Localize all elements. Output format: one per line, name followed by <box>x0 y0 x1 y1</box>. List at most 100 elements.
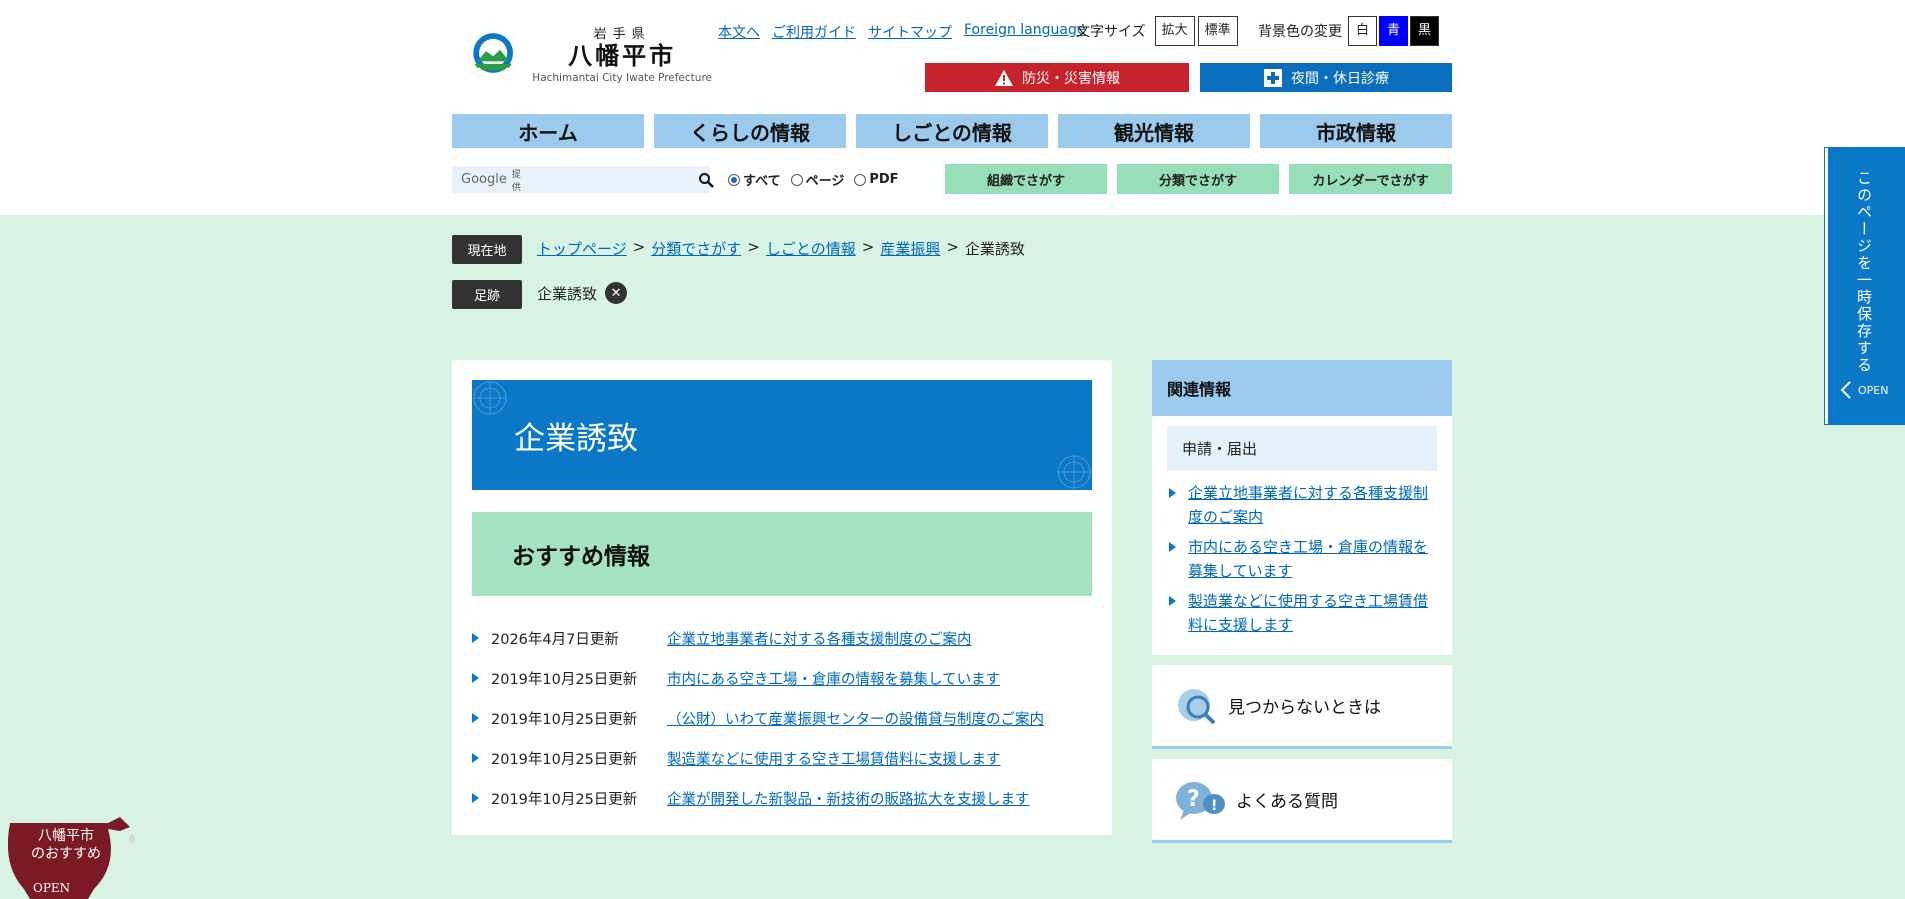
related-links: 企業立地事業者に対する各種支援制度のご案内 市内にある空き工場・倉庫の情報を募集… <box>1152 471 1452 655</box>
badge-line1: 八幡平市 <box>38 828 94 844</box>
faq-label: よくある質問 <box>1236 792 1338 812</box>
nav-city-admin[interactable]: 市政情報 <box>1260 114 1452 148</box>
find-by-category-button[interactable]: 分類でさがす <box>1117 164 1279 194</box>
recommend-heading: おすすめ情報 <box>472 512 1092 596</box>
foreign-language-link[interactable]: Foreign language <box>964 22 1085 42</box>
not-found-label: 見つからないときは <box>1228 698 1381 718</box>
bullet-arrow-icon <box>472 673 479 683</box>
not-found-card[interactable]: 見つからないときは <box>1152 665 1452 749</box>
recommend-badge-text: 八幡平市 のおすすめ <box>16 827 116 863</box>
usage-guide-link[interactable]: ご利用ガイド <box>772 22 856 42</box>
main-content: 企業誘致 おすすめ情報 2026年4月7日更新 企業立地事業者に対する各種支援制… <box>452 360 1112 835</box>
site-logo[interactable]: 岩手県 八幡平市 Hachimantai City Iwate Prefectu… <box>472 18 712 88</box>
save-page-label: このページを一時保存する <box>1855 170 1873 374</box>
font-larger-button[interactable]: 拡大 <box>1154 16 1195 46</box>
faq-card[interactable]: ? ! よくある質問 <box>1152 759 1452 843</box>
scope-pdf-label: PDF <box>869 172 899 187</box>
list-item: 2019年10月25日更新 市内にある空き工場・倉庫の情報を募集しています <box>472 658 1092 698</box>
site-header: 岩手県 八幡平市 Hachimantai City Iwate Prefectu… <box>0 0 1905 215</box>
news-link[interactable]: 企業が開発した新製品・新技術の販路拡大を支援します <box>667 788 1030 809</box>
news-date: 2019年10月25日更新 <box>491 751 638 768</box>
disaster-info-button[interactable]: 防災・災害情報 <box>925 63 1189 92</box>
list-item: 企業立地事業者に対する各種支援制度のご案内 <box>1167 481 1437 529</box>
utility-links: 本文へ ご利用ガイド サイトマップ Foreign language <box>718 22 1085 42</box>
news-list: 2026年4月7日更新 企業立地事業者に対する各種支援制度のご案内 2019年1… <box>472 618 1092 818</box>
scope-pdf-radio[interactable]: PDF <box>854 172 899 187</box>
breadcrumb-top-link[interactable]: トップページ <box>537 238 627 259</box>
font-size-control: 文字サイズ 拡大 標準 <box>1076 16 1238 46</box>
bg-white-button[interactable]: 白 <box>1348 16 1377 46</box>
save-tab-open-label: OPEN <box>1858 383 1889 397</box>
radio-icon <box>854 173 867 186</box>
bullet-arrow-icon <box>472 633 479 643</box>
question-bubble-icon: ? ! <box>1176 781 1225 820</box>
nav-home[interactable]: ホーム <box>452 114 644 148</box>
hospital-icon <box>1264 68 1282 87</box>
breadcrumb-industry-link[interactable]: 産業振興 <box>880 238 940 259</box>
news-date: 2019年10月25日更新 <box>491 791 638 808</box>
search-input[interactable] <box>520 166 698 193</box>
bullet-arrow-icon <box>1169 488 1176 498</box>
scope-all-radio[interactable]: すべて <box>728 170 781 189</box>
footprint-tag: 足跡 <box>452 280 522 309</box>
nav-tourism[interactable]: 観光情報 <box>1058 114 1250 148</box>
bullet-arrow-icon <box>1169 596 1176 606</box>
news-date: 2019年10月25日更新 <box>491 671 638 688</box>
footprint-list: 企業誘致 ✕ <box>537 282 628 304</box>
breadcrumb-separator: > <box>632 238 646 256</box>
search-button[interactable] <box>698 166 714 193</box>
list-item: 2026年4月7日更新 企業立地事業者に対する各種支援制度のご案内 <box>472 618 1092 658</box>
bg-blue-button[interactable]: 青 <box>1379 16 1408 46</box>
chevron-left-icon <box>1840 381 1851 399</box>
disaster-info-label: 防災・災害情報 <box>1022 70 1120 87</box>
breadcrumb-tag: 現在地 <box>452 235 522 264</box>
related-link[interactable]: 製造業などに使用する空き工場賃借料に支援します <box>1188 589 1437 637</box>
find-by-calendar-button[interactable]: カレンダーでさがす <box>1289 164 1452 194</box>
save-page-tab[interactable]: このページを一時保存する OPEN <box>1824 147 1905 425</box>
nav-living[interactable]: くらしの情報 <box>654 114 846 148</box>
scope-page-radio[interactable]: ページ <box>790 170 845 189</box>
breadcrumb-category-link[interactable]: 分類でさがす <box>651 238 741 259</box>
news-link[interactable]: 企業立地事業者に対する各種支援制度のご案内 <box>667 628 972 649</box>
news-link[interactable]: （公財）いわて産業振興センターの設備貸与制度のご案内 <box>667 708 1044 729</box>
related-link[interactable]: 企業立地事業者に対する各種支援制度のご案内 <box>1188 481 1437 529</box>
font-standard-button[interactable]: 標準 <box>1197 16 1238 46</box>
close-icon[interactable]: ✕ <box>605 282 628 304</box>
list-item: 2019年10月25日更新 製造業などに使用する空き工場賃借料に支援します <box>472 738 1092 778</box>
bg-color-control: 背景色の変更 白 青 黒 <box>1258 16 1439 46</box>
breadcrumb: トップページ > 分類でさがす > しごとの情報 > 産業振興 > 企業誘致 <box>537 238 1025 259</box>
related-info-heading: 関連情報 <box>1152 360 1452 416</box>
logo-prefecture: 岩手県 <box>593 26 651 42</box>
city-recommend-badge[interactable]: 八幡平市 のおすすめ OPEN <box>8 815 138 899</box>
bullet-arrow-icon <box>472 753 479 763</box>
skip-to-content-link[interactable]: 本文へ <box>718 22 760 42</box>
search-icon <box>698 172 714 188</box>
page-title-banner: 企業誘致 <box>472 380 1092 490</box>
night-holiday-clinic-button[interactable]: 夜間・休日診療 <box>1200 63 1452 92</box>
breadcrumb-current: 企業誘致 <box>964 240 1025 258</box>
scope-page-label: ページ <box>805 174 845 189</box>
search-scope: すべて ページ PDF <box>728 170 899 189</box>
badge-open-label: OPEN <box>33 881 71 895</box>
bullet-arrow-icon <box>472 793 479 803</box>
svg-text:!: ! <box>1211 798 1217 814</box>
bg-black-button[interactable]: 黒 <box>1410 16 1439 46</box>
news-date: 2019年10月25日更新 <box>491 711 638 728</box>
related-link[interactable]: 市内にある空き工場・倉庫の情報を募集しています <box>1188 535 1437 583</box>
nav-work[interactable]: しごとの情報 <box>856 114 1048 148</box>
find-by-org-button[interactable]: 組織でさがす <box>945 164 1107 194</box>
related-info-box: 関連情報 申請・届出 企業立地事業者に対する各種支援制度のご案内 市内にある空き… <box>1152 360 1452 655</box>
footprint-item[interactable]: 企業誘致 <box>537 283 597 304</box>
news-link[interactable]: 製造業などに使用する空き工場賃借料に支援します <box>667 748 1001 769</box>
flower-pattern-icon <box>473 381 507 415</box>
list-item: 2019年10月25日更新 （公財）いわて産業振興センターの設備貸与制度のご案内 <box>472 698 1092 738</box>
sitemap-link[interactable]: サイトマップ <box>868 22 952 42</box>
save-tab-open: OPEN <box>1840 380 1888 400</box>
news-link[interactable]: 市内にある空き工場・倉庫の情報を募集しています <box>667 668 1000 689</box>
site-search: Google 提供 <box>452 166 714 193</box>
list-item: 製造業などに使用する空き工場賃借料に支援します <box>1167 589 1437 637</box>
breadcrumb-work-link[interactable]: しごとの情報 <box>766 238 856 259</box>
breadcrumb-separator: > <box>946 238 959 256</box>
provided-label: 提供 <box>511 169 521 193</box>
breadcrumb-separator: > <box>861 238 875 256</box>
